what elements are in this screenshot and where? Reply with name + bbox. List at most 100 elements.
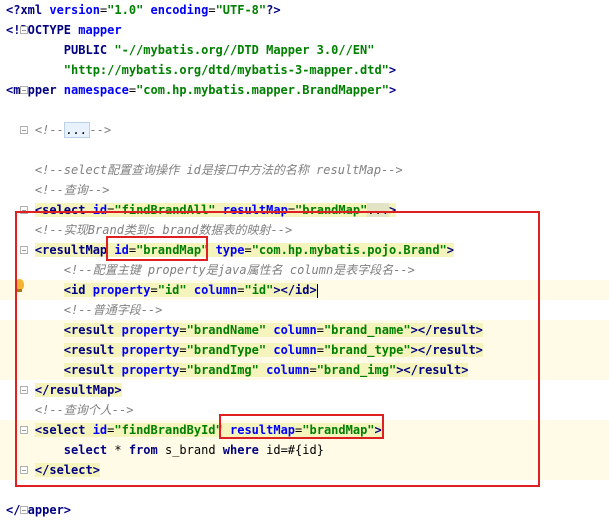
code-token: = <box>179 323 187 337</box>
code-token: "brand_type" <box>323 343 411 357</box>
code-line-content: <select id="findBrandAll" resultMap="bra… <box>6 200 397 220</box>
code-line[interactable]: <id property="id" column="id"></id> <box>0 280 609 300</box>
code-token <box>186 283 194 297</box>
code-line-content: <id property="id" column="id"></id> <box>6 280 318 300</box>
code-token: ?> <box>266 3 281 17</box>
code-line[interactable]: <!--实现Brand类到s_brand数据表的映射--> <box>0 220 609 240</box>
code-line[interactable]: <resultMap id="brandMap" type="com.hp.my… <box>0 240 609 260</box>
code-token: </mapper> <box>6 503 72 517</box>
code-token: <!DOCTYPE <box>6 23 79 37</box>
code-line[interactable]: <select id="findBrandAll" resultMap="bra… <box>0 200 609 220</box>
code-token: column <box>273 323 317 337</box>
code-line[interactable]: </mapper> <box>0 500 609 520</box>
code-token: = <box>316 323 324 337</box>
code-line[interactable]: <!--select配置查询操作 id是接口中方法的名称 resultMap--… <box>0 160 609 180</box>
code-token: id <box>114 243 129 257</box>
fold-toggle-icon[interactable] <box>20 466 28 474</box>
code-token: id <box>92 203 108 217</box>
fold-toggle-icon[interactable] <box>20 86 28 94</box>
code-token <box>208 243 216 257</box>
code-token: <!--select配置查询操作 id是接口中方法的名称 resultMap--… <box>34 163 403 177</box>
code-line-content: <?xml version="1.0" encoding="UTF-8"?> <box>6 0 281 20</box>
code-line[interactable]: <!--普通字段--> <box>0 300 609 320</box>
code-line[interactable]: <result property="brandName" column="bra… <box>0 320 609 340</box>
code-token: ></result> <box>396 363 469 377</box>
code-line[interactable]: <?xml version="1.0" encoding="UTF-8"?> <box>0 0 609 20</box>
code-token: <result <box>63 323 122 337</box>
code-line[interactable]: select * from s_brand where id=#{id} <box>0 440 609 460</box>
fold-toggle-icon[interactable] <box>20 206 28 214</box>
code-token: = <box>179 343 187 357</box>
code-token: <!--查询个人--> <box>34 403 134 417</box>
code-token: <result <box>63 343 122 357</box>
fold-toggle-icon[interactable] <box>20 26 28 34</box>
code-line[interactable]: </resultMap> <box>0 380 609 400</box>
code-token: namespace <box>63 83 129 97</box>
code-line[interactable] <box>0 100 609 120</box>
code-line[interactable]: <mapper namespace="com.hp.mybatis.mapper… <box>0 80 609 100</box>
code-line[interactable]: PUBLIC "-//mybatis.org//DTD Mapper 3.0//… <box>0 40 609 60</box>
fold-toggle-icon[interactable] <box>20 246 28 254</box>
code-line[interactable] <box>0 480 609 500</box>
code-token: = <box>316 343 324 357</box>
fold-toggle-icon[interactable] <box>20 386 28 394</box>
code-line[interactable]: "http://mybatis.org/dtd/mybatis-3-mapper… <box>0 60 609 80</box>
code-line[interactable]: </select> <box>0 460 609 480</box>
text-caret <box>316 283 318 298</box>
code-token: "brandMap" <box>302 423 375 437</box>
code-line[interactable]: <!--查询--> <box>0 180 609 200</box>
code-token: "findBrandById" <box>114 423 223 437</box>
code-token: mapper <box>78 23 122 37</box>
code-token: PUBLIC <box>63 43 115 57</box>
code-line[interactable]: <!--配置主键 property是java属性名 column是表字段名--> <box>0 260 609 280</box>
code-token: <resultMap <box>34 243 115 257</box>
code-token: > <box>446 243 455 257</box>
code-token: > <box>388 203 397 217</box>
code-line-content: select * from s_brand where id=#{id} <box>6 440 324 460</box>
code-token: "brandImg" <box>186 363 259 377</box>
code-token: "id" <box>157 283 187 297</box>
code-token: <!--查询--> <box>34 183 110 197</box>
folded-region[interactable]: ... <box>367 203 389 217</box>
code-line[interactable]: <result property="brandType" column="bra… <box>0 340 609 360</box>
code-line[interactable]: <result property="brandImg" column="bran… <box>0 360 609 380</box>
code-token: <mapper <box>6 83 64 97</box>
code-line-content: <result property="brandName" column="bra… <box>6 320 483 340</box>
code-token: resultMap <box>222 203 288 217</box>
folded-region[interactable]: ... <box>63 122 90 138</box>
fold-toggle-icon[interactable] <box>20 506 28 514</box>
code-line-content: <!--查询个人--> <box>6 400 134 420</box>
fold-toggle-icon[interactable] <box>20 426 28 434</box>
code-line[interactable]: <!--... --> <box>0 120 609 140</box>
lightbulb-icon[interactable] <box>15 279 24 292</box>
code-token <box>215 203 223 217</box>
code-token: <id <box>63 283 93 297</box>
code-token: xml <box>20 3 50 17</box>
code-token: = <box>179 363 187 377</box>
code-line[interactable]: <select id="findBrandById" resultMap="br… <box>0 420 609 440</box>
code-token: = <box>150 283 158 297</box>
code-line[interactable]: <!--查询个人--> <box>0 400 609 420</box>
code-token: "brandType" <box>186 343 267 357</box>
code-token: "findBrandAll" <box>114 203 216 217</box>
code-token: "id" <box>244 283 274 297</box>
code-token: "com.hp.mybatis.pojo.Brand" <box>251 243 447 257</box>
code-line[interactable] <box>0 140 609 160</box>
code-line-content: <select id="findBrandById" resultMap="br… <box>6 420 382 440</box>
code-line-content: <!--配置主键 property是java属性名 column是表字段名--> <box>6 260 415 280</box>
code-token: <select <box>34 423 93 437</box>
code-token: * <box>107 443 129 457</box>
code-line[interactable]: <!DOCTYPE mapper <box>0 20 609 40</box>
code-token: "brand_img" <box>316 363 397 377</box>
code-token: <!-- <box>34 123 64 137</box>
code-token: --> <box>89 123 112 137</box>
code-token <box>222 423 230 437</box>
code-token: property <box>121 363 180 377</box>
fold-toggle-icon[interactable] <box>20 126 28 134</box>
code-editor[interactable]: <?xml version="1.0" encoding="UTF-8"?> <!… <box>0 0 609 530</box>
